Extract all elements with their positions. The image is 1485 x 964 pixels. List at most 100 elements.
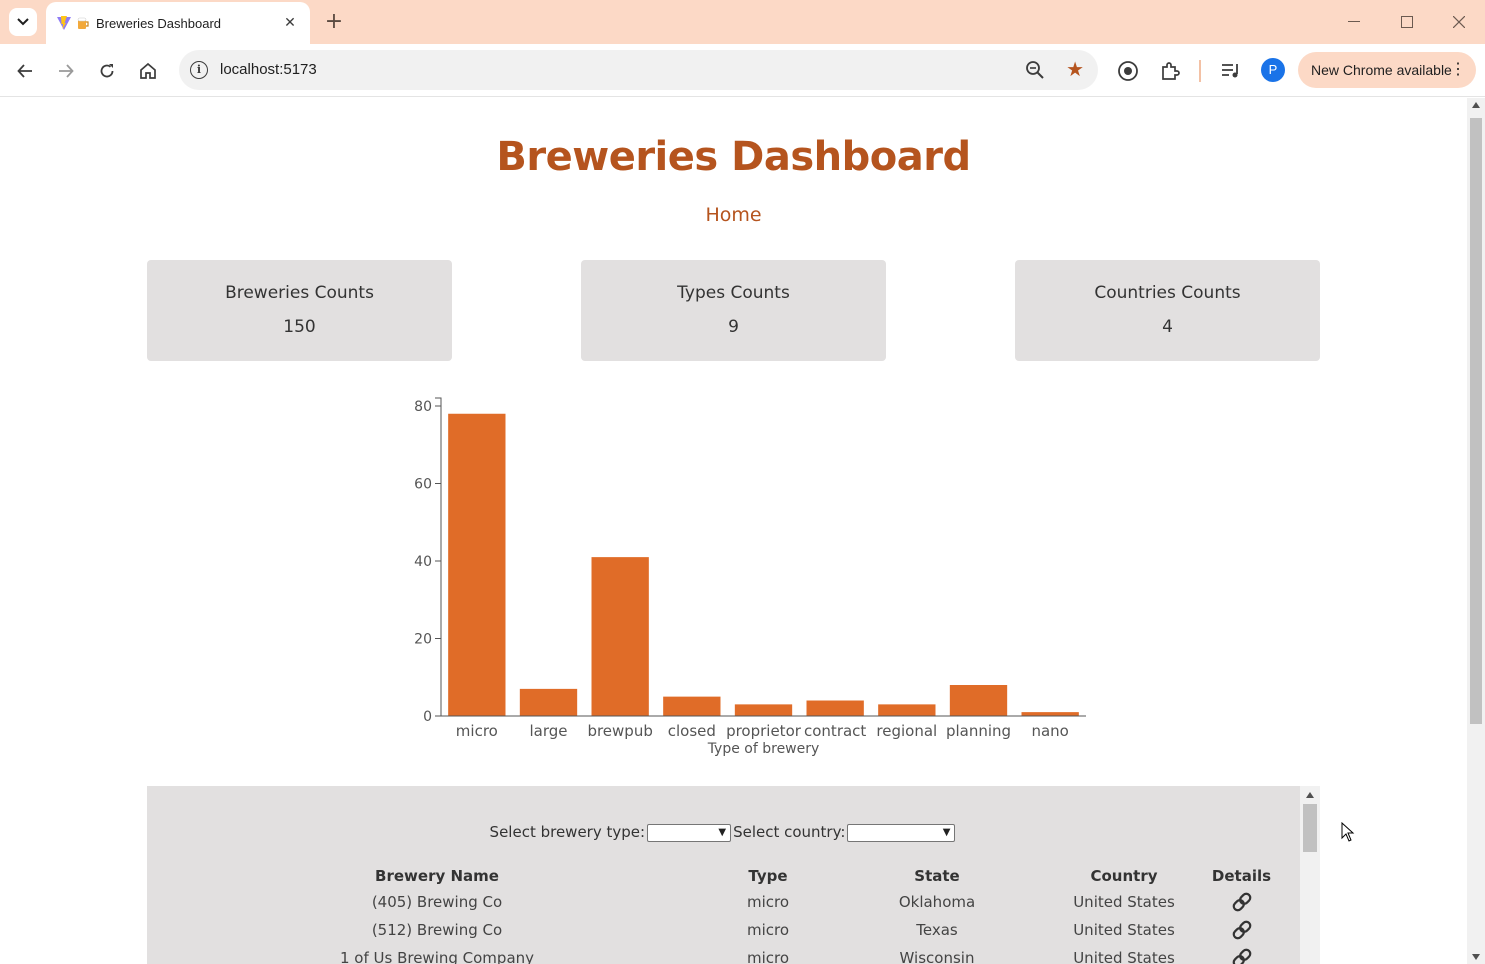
link-icon[interactable] [1231, 892, 1253, 912]
x-tick-label: nano [1031, 722, 1068, 740]
x-tick-label: contract [804, 722, 866, 740]
panel-scrollbar[interactable] [1300, 786, 1320, 964]
country-filter-label: Select country: [733, 823, 846, 841]
bar-contract[interactable] [806, 700, 864, 717]
home-icon[interactable] [133, 56, 163, 86]
stat-value: 150 [283, 317, 316, 337]
bar-proprietor[interactable] [734, 704, 793, 716]
y-tick-label: 60 [414, 477, 432, 493]
tab-close-icon[interactable]: ✕ [280, 15, 300, 31]
toolbar-separator [1199, 60, 1201, 82]
chevron-down-icon [17, 18, 29, 26]
cell-type: micro [746, 921, 790, 939]
x-axis: micro large brewpub closed proprietor contrac… [441, 715, 1086, 740]
nav-bar: Home [0, 204, 1467, 226]
cell-country: United States [1073, 949, 1175, 964]
cell-details [1183, 916, 1300, 944]
bar-regional[interactable] [878, 704, 936, 716]
cell-state: Texas [916, 921, 958, 939]
cell-type: micro [746, 893, 790, 911]
type-filter-label: Select brewery type: [489, 823, 646, 841]
back-icon[interactable] [10, 56, 40, 86]
kebab-menu-icon[interactable]: ⋮ [1450, 60, 1466, 80]
maximize-icon[interactable] [1384, 6, 1430, 38]
header-type: Type [748, 867, 788, 885]
site-info-icon[interactable]: i [190, 61, 208, 79]
update-label: New Chrome available [1311, 62, 1452, 78]
country-filter-select[interactable]: ▼ [847, 823, 956, 842]
chart-bars [448, 413, 1079, 717]
link-icon[interactable] [1231, 948, 1253, 964]
tab-strip: Breweries Dashboard ✕ + [0, 0, 1485, 44]
page-scrollbar[interactable] [1467, 98, 1485, 964]
x-tick-label: micro [456, 722, 498, 740]
stat-label: Breweries Counts [225, 283, 374, 303]
y-tick-label: 0 [423, 709, 432, 725]
browser-toolbar: i localhost:5173 ★ P New Chrome availabl… [0, 44, 1485, 97]
table-header-row: Brewery Name Type State Country Details [147, 864, 1300, 888]
cell-details [1183, 944, 1300, 964]
header-brewery-name: Brewery Name [375, 867, 499, 885]
x-tick-label: brewpub [587, 722, 652, 740]
minimize-icon[interactable] [1331, 6, 1377, 38]
bookmark-star-icon[interactable]: ★ [1066, 57, 1084, 81]
extensions-puzzle-icon[interactable] [1155, 56, 1185, 86]
bar-planning[interactable] [949, 685, 1008, 716]
new-tab-button[interactable]: + [320, 8, 348, 36]
stat-label: Types Counts [677, 283, 790, 303]
stat-card-types: Types Counts 9 [581, 260, 886, 361]
address-bar[interactable]: i localhost:5173 ★ [179, 50, 1098, 90]
reload-icon[interactable] [92, 56, 122, 86]
scroll-down-arrow-icon[interactable] [1472, 954, 1480, 960]
mouse-cursor-icon [1341, 822, 1355, 842]
tab-title: Breweries Dashboard [96, 15, 222, 31]
close-window-icon[interactable] [1436, 6, 1482, 38]
home-link[interactable]: Home [705, 204, 761, 226]
url-text[interactable]: localhost:5173 [220, 61, 317, 78]
x-axis-title: Type of brewery [707, 741, 820, 757]
bar-micro[interactable] [448, 413, 506, 716]
page-title: Breweries Dashboard [496, 134, 971, 180]
chrome-update-button[interactable]: New Chrome available ⋮ [1298, 52, 1476, 88]
cell-brewery-name: (405) Brewing Co [371, 893, 503, 911]
y-tick-label: 80 [414, 399, 432, 415]
scroll-up-arrow-icon[interactable] [1306, 792, 1314, 798]
table-row: 1 of Us Brewing Company micro Wisconsin … [147, 944, 1300, 964]
link-icon[interactable] [1231, 920, 1253, 940]
x-tick-label: closed [668, 722, 716, 740]
cell-state: Wisconsin [899, 949, 975, 964]
bar-brewpub[interactable] [591, 557, 649, 716]
tab-search-button[interactable] [9, 8, 37, 36]
bar-large[interactable] [519, 688, 578, 716]
cell-country: United States [1073, 893, 1175, 911]
profile-avatar[interactable]: P [1261, 58, 1285, 82]
beer-emoji-icon [77, 17, 89, 29]
cell-state: Oklahoma [898, 893, 976, 911]
extension-shield-icon[interactable] [1113, 56, 1143, 86]
active-tab[interactable]: Breweries Dashboard ✕ [46, 2, 310, 44]
cell-brewery-name: 1 of Us Brewing Company [339, 949, 535, 964]
chevron-down-icon: ▼ [942, 826, 951, 838]
bar-closed[interactable] [663, 696, 721, 716]
cell-details [1183, 888, 1300, 916]
cell-country: United States [1073, 921, 1175, 939]
cell-brewery-name: (512) Brewing Co [371, 921, 503, 939]
stat-label: Countries Counts [1094, 283, 1241, 303]
stat-card-breweries: Breweries Counts 150 [147, 260, 452, 361]
scroll-up-arrow-icon[interactable] [1472, 102, 1480, 108]
forward-icon[interactable] [51, 56, 81, 86]
x-tick-label: large [529, 722, 567, 740]
stat-value: 9 [728, 317, 739, 337]
type-filter-select[interactable]: ▼ [647, 823, 732, 842]
zoom-icon[interactable] [1024, 59, 1046, 81]
header-state: State [914, 867, 960, 885]
cell-type: micro [746, 949, 790, 964]
y-axis-line [435, 397, 442, 716]
y-tick-label: 40 [414, 554, 432, 570]
brewery-type-bar-chart: 0 20 40 60 80 micro large brewpub closed proprie… [414, 397, 1086, 757]
media-queue-icon[interactable] [1216, 56, 1246, 86]
table-row: (405) Brewing Co micro Oklahoma United S… [147, 888, 1300, 916]
panel-scroll-thumb[interactable] [1303, 804, 1317, 852]
page-scroll-thumb[interactable] [1470, 118, 1482, 724]
bar-nano[interactable] [1021, 712, 1079, 716]
